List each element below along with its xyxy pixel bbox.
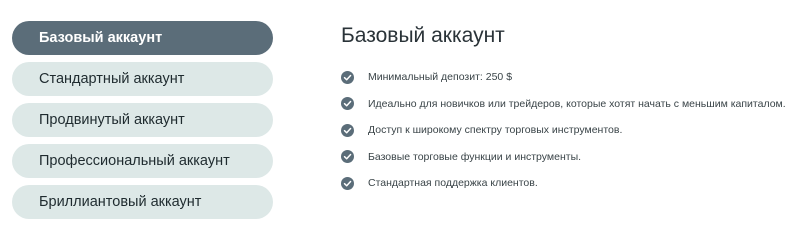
check-circle-icon [341, 70, 354, 84]
panel-title: Базовый аккаунт [341, 24, 505, 47]
feature-item: Базовые торговые функции и инструменты. [341, 144, 801, 171]
tab-brilliant-account[interactable]: Бриллиантовый аккаунт [12, 185, 273, 219]
feature-text: Минимальный депозит: 250 $ [368, 71, 513, 84]
tab-standard-account[interactable]: Стандартный аккаунт [12, 62, 273, 96]
check-circle-icon [341, 123, 354, 137]
feature-item: Стандартная поддержка клиентов. [341, 170, 801, 197]
check-circle-icon [341, 176, 354, 190]
check-circle-icon [341, 97, 354, 111]
feature-item: Минимальный депозит: 250 $ [341, 64, 801, 91]
tab-advanced-account[interactable]: Продвинутый аккаунт [12, 103, 273, 137]
feature-text: Идеально для новичков или трейдеров, кот… [368, 97, 786, 110]
feature-text: Доступ к широкому спектру торговых инстр… [368, 124, 623, 137]
feature-item: Идеально для новичков или трейдеров, кот… [341, 91, 801, 118]
tab-professional-account[interactable]: Профессиональный аккаунт [12, 144, 273, 178]
check-circle-icon [341, 150, 354, 164]
feature-list: Минимальный депозит: 250 $ Идеально для … [341, 64, 801, 197]
feature-item: Доступ к широкому спектру торговых инстр… [341, 117, 801, 144]
account-tabs: Базовый аккаунт Стандартный аккаунт Прод… [12, 21, 273, 226]
feature-text: Базовые торговые функции и инструменты. [368, 150, 582, 163]
feature-text: Стандартная поддержка клиентов. [368, 177, 538, 190]
tab-basic-account[interactable]: Базовый аккаунт [12, 21, 273, 55]
account-details-panel: Базовый аккаунт Минимальный депозит: 250… [341, 22, 801, 197]
